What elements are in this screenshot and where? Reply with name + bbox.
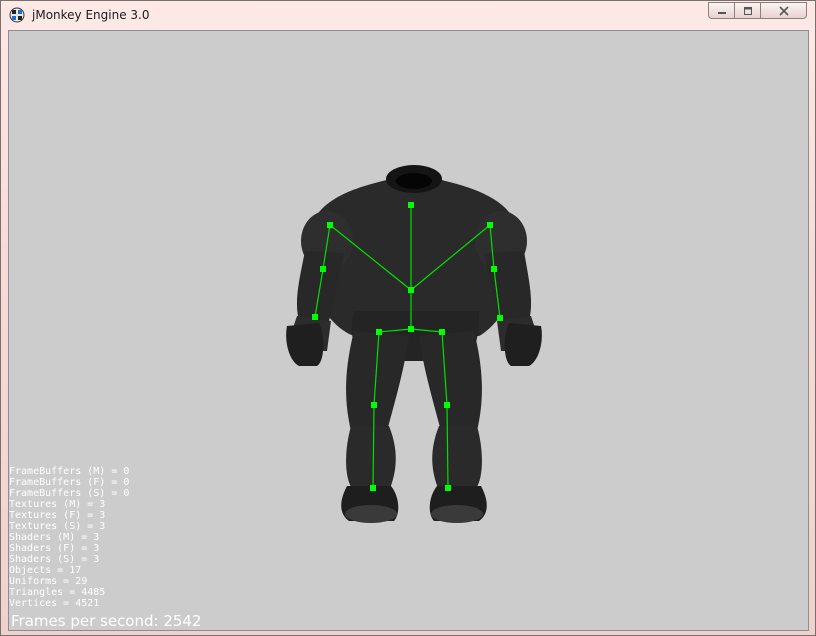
close-icon (778, 5, 789, 16)
stat-line: Textures (S) = 3 (9, 521, 106, 532)
minimize-button[interactable] (708, 2, 735, 19)
window-controls (708, 2, 807, 20)
close-button[interactable] (761, 2, 807, 19)
stat-line: Triangles = 4485 (9, 587, 106, 598)
stat-line: FrameBuffers (F) = 0 (9, 477, 130, 488)
stat-line: Shaders (F) = 3 (9, 543, 100, 554)
app-window: jMonkey Engine 3.0 FrameBuffers (M) = 0 … (0, 0, 816, 636)
stat-line: Textures (F) = 3 (9, 510, 106, 521)
stat-line: Uniforms = 29 (9, 576, 88, 587)
stat-line: Objects = 17 (9, 565, 82, 576)
stat-line: Shaders (S) = 3 (9, 554, 100, 565)
window-title: jMonkey Engine 3.0 (32, 8, 150, 22)
character-model (286, 165, 542, 523)
fps-counter: Frames per second: 2542 (11, 612, 202, 630)
stat-line: FrameBuffers (S) = 0 (9, 488, 130, 499)
render-stats: FrameBuffers (M) = 0 FrameBuffers (F) = … (9, 466, 129, 609)
stat-line: Shaders (M) = 3 (9, 532, 100, 543)
maximize-button[interactable] (735, 2, 761, 19)
jmonkey-app-icon (9, 7, 25, 23)
minimize-icon (717, 11, 726, 14)
maximize-icon (743, 6, 752, 15)
title-bar[interactable]: jMonkey Engine 3.0 (1, 1, 815, 29)
render-viewport[interactable]: FrameBuffers (M) = 0 FrameBuffers (F) = … (8, 30, 809, 631)
stat-line: Textures (M) = 3 (9, 499, 106, 510)
stat-line: Vertices = 4521 (9, 598, 100, 609)
stat-line: FrameBuffers (M) = 0 (9, 466, 130, 477)
